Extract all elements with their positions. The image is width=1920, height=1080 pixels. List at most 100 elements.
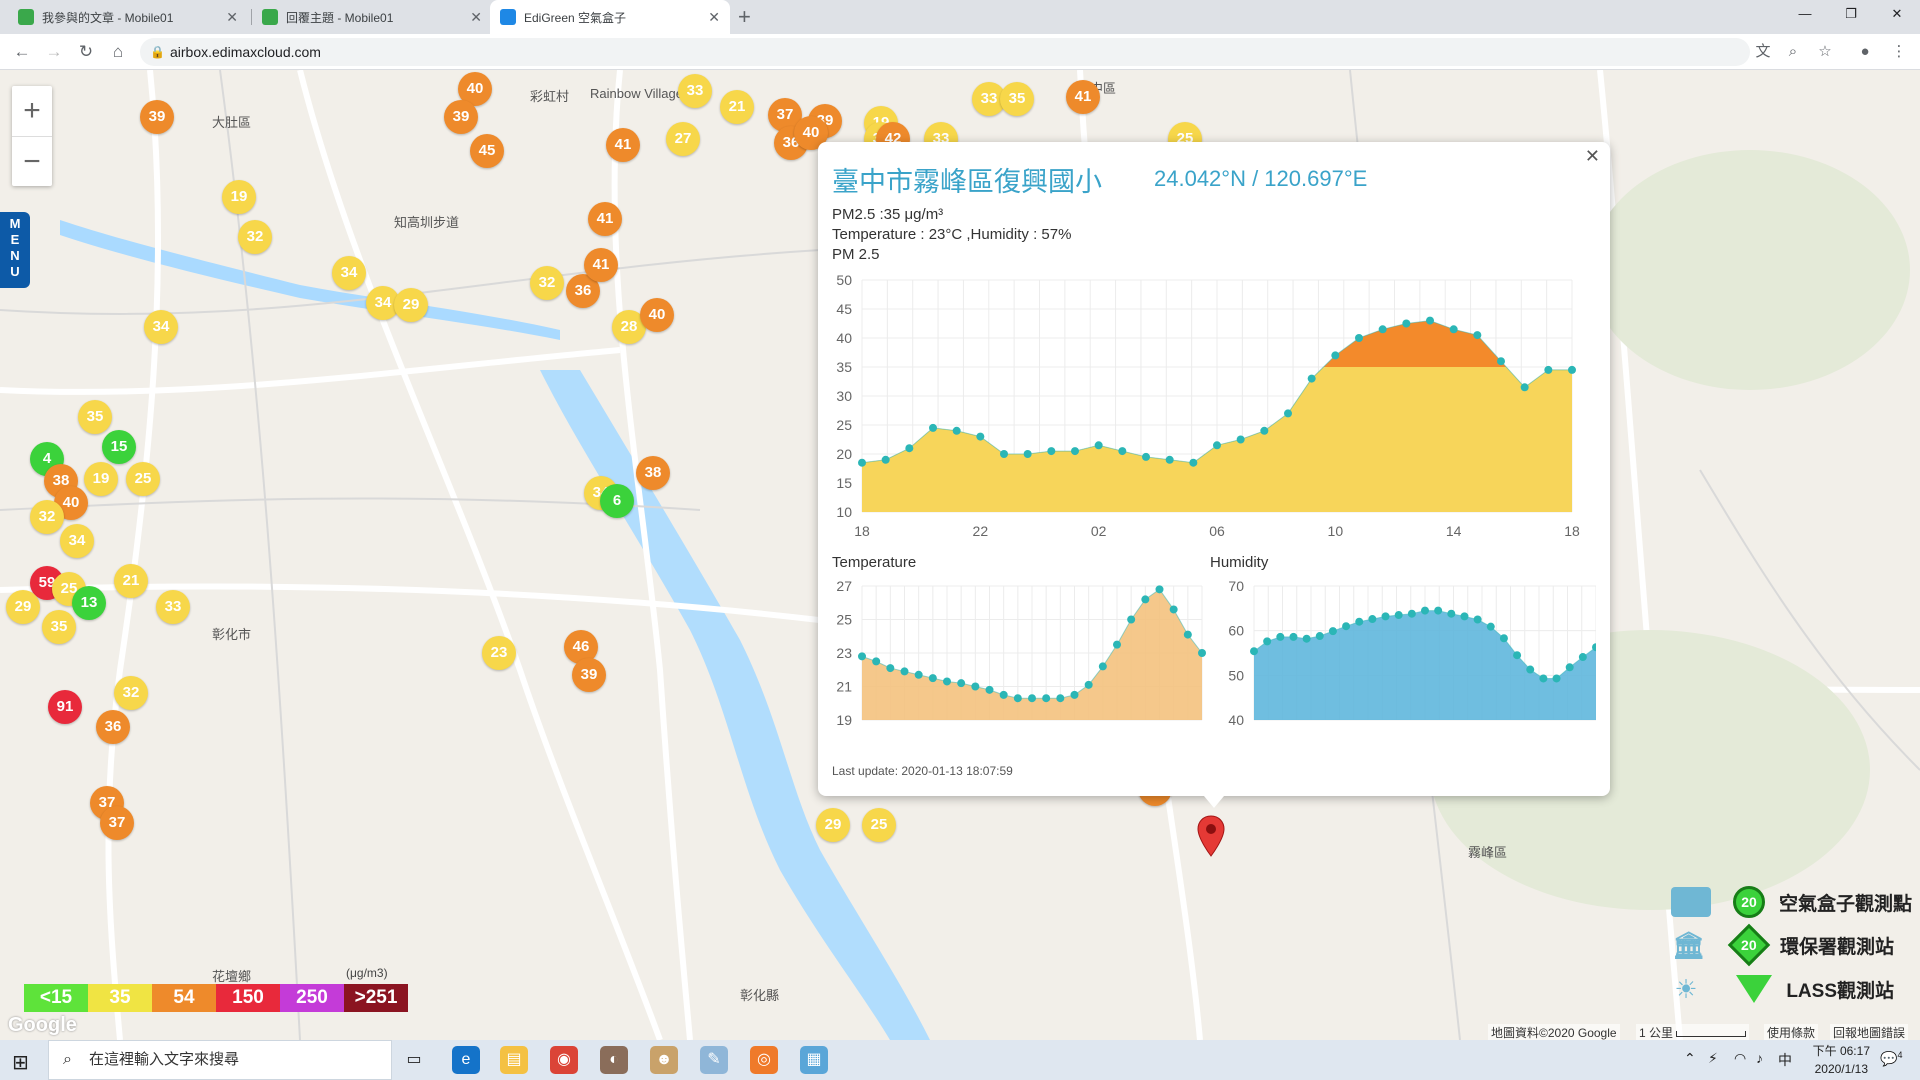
data-point xyxy=(1070,690,1079,699)
sensor-marker[interactable]: 15 xyxy=(102,430,136,464)
sensor-marker[interactable]: 39 xyxy=(444,100,478,134)
sensor-marker[interactable]: 19 xyxy=(84,462,118,496)
station-label: LASS觀測站 xyxy=(1786,980,1894,1002)
menu-button[interactable]: MENU xyxy=(0,212,30,288)
network-icon[interactable]: ⚡ xyxy=(1708,1050,1718,1067)
notification-count: 4 xyxy=(1897,1050,1903,1060)
file-explorer-icon[interactable]: ▤ xyxy=(500,1046,528,1074)
new-tab-icon[interactable]: + xyxy=(738,4,751,30)
app-icon[interactable]: ◎ xyxy=(750,1046,778,1074)
close-tab-icon[interactable]: ✕ xyxy=(470,9,482,26)
report-map-error-link[interactable]: 回報地圖錯誤 xyxy=(1830,1024,1909,1040)
legend-item: 150 xyxy=(216,984,280,1012)
sensor-marker[interactable]: 34 xyxy=(332,256,366,290)
sensor-marker[interactable]: 29 xyxy=(816,808,850,842)
chrome-icon[interactable]: ◉ xyxy=(550,1046,578,1074)
sensor-marker[interactable]: 25 xyxy=(126,462,160,496)
ime-indicator[interactable]: 中 xyxy=(1778,1050,1792,1070)
system-clock[interactable]: 下午 06:17 2020/1/13 xyxy=(1813,1042,1870,1078)
data-point xyxy=(928,674,937,683)
sensor-marker[interactable]: 40 xyxy=(640,298,674,332)
sensor-marker[interactable]: 32 xyxy=(30,500,64,534)
sensor-marker[interactable]: 27 xyxy=(666,122,700,156)
data-point xyxy=(1013,694,1022,703)
sensor-marker[interactable]: 41 xyxy=(606,128,640,162)
sensor-marker[interactable]: 32 xyxy=(530,266,564,300)
sensor-marker[interactable]: 35 xyxy=(78,400,112,434)
sensor-marker[interactable]: 91 xyxy=(48,690,82,724)
forward-icon[interactable]: → xyxy=(42,40,66,64)
translate-icon[interactable]: 文 xyxy=(1752,41,1774,63)
app-icon[interactable]: ☻ xyxy=(650,1046,678,1074)
sensor-marker[interactable]: 35 xyxy=(1000,82,1034,116)
data-point xyxy=(1250,647,1258,656)
sensor-marker[interactable]: 19 xyxy=(222,180,256,214)
sensor-marker[interactable]: 29 xyxy=(394,288,428,322)
tray-chevron-icon[interactable]: ⌃ xyxy=(1684,1050,1696,1067)
sensor-marker[interactable]: 45 xyxy=(470,134,504,168)
profile-icon[interactable]: ● xyxy=(1854,41,1876,63)
close-popup-icon[interactable]: ✕ xyxy=(1585,146,1600,167)
edge-icon[interactable]: e xyxy=(452,1046,480,1074)
sensor-marker[interactable]: 21 xyxy=(114,564,148,598)
browser-menu-icon[interactable]: ⋮ xyxy=(1888,41,1910,63)
taskbar-search-input[interactable]: ⌕ 在這裡輸入文字來搜尋 xyxy=(48,1040,392,1080)
reload-icon[interactable]: ↻ xyxy=(74,40,98,64)
sensor-marker[interactable]: 21 xyxy=(720,90,754,124)
location-pin-icon[interactable] xyxy=(1196,814,1226,858)
sensor-marker[interactable]: 36 xyxy=(96,710,130,744)
station-marker-icon xyxy=(1736,975,1773,1003)
sensor-marker[interactable]: 41 xyxy=(584,248,618,282)
clock-date: 2020/1/13 xyxy=(1814,1062,1868,1076)
sensor-marker[interactable]: 6 xyxy=(600,484,634,518)
close-window-icon[interactable]: ✕ xyxy=(1874,0,1920,30)
sensor-marker[interactable]: 41 xyxy=(1066,80,1100,114)
sensor-marker[interactable]: 34 xyxy=(144,310,178,344)
zoom-out-button[interactable]: − xyxy=(12,136,52,186)
close-tab-icon[interactable]: ✕ xyxy=(226,9,238,26)
data-point xyxy=(1047,447,1056,456)
terms-link[interactable]: 使用條款 xyxy=(1764,1024,1819,1040)
sensor-marker[interactable]: 39 xyxy=(140,100,174,134)
sensor-marker[interactable]: 38 xyxy=(636,456,670,490)
close-tab-icon[interactable]: ✕ xyxy=(708,9,720,26)
sensor-marker[interactable]: 25 xyxy=(862,808,896,842)
sensor-marker[interactable]: 13 xyxy=(72,586,106,620)
sensor-marker[interactable]: 23 xyxy=(482,636,516,670)
tab-mobile01-reply[interactable]: 回覆主題 - Mobile01 ✕ xyxy=(252,0,492,34)
app-icon[interactable]: ✎ xyxy=(700,1046,728,1074)
sensor-marker[interactable]: 33 xyxy=(678,74,712,108)
wifi-icon[interactable]: ◠ xyxy=(1734,1050,1746,1067)
task-view-icon[interactable]: ▭ xyxy=(400,1046,428,1074)
data-point xyxy=(952,426,961,435)
sensor-marker[interactable]: 32 xyxy=(238,220,272,254)
bookmark-star-icon[interactable]: ☆ xyxy=(1814,41,1836,63)
url-input[interactable]: 🔒 airbox.edimaxcloud.com xyxy=(140,38,1750,66)
app-icon[interactable]: ▦ xyxy=(800,1046,828,1074)
tab-mobile01-articles[interactable]: 我參與的文章 - Mobile01 ✕ xyxy=(8,0,248,34)
data-point xyxy=(1302,634,1311,643)
sensor-marker[interactable]: 29 xyxy=(6,590,40,624)
windows-start-icon[interactable]: ⊞ xyxy=(12,1050,29,1075)
sensor-marker[interactable]: 33 xyxy=(156,590,190,624)
notification-center-icon[interactable]: 💬4 xyxy=(1880,1050,1902,1068)
minimize-icon[interactable]: — xyxy=(1782,0,1828,30)
sensor-marker[interactable]: 37 xyxy=(100,806,134,840)
sensor-marker[interactable]: 34 xyxy=(60,524,94,558)
zoom-icon[interactable]: ⌕ xyxy=(1782,41,1804,63)
sensor-marker[interactable]: 39 xyxy=(572,658,606,692)
sensor-marker[interactable]: 41 xyxy=(588,202,622,236)
humidity-chart-label: Humidity xyxy=(1210,554,1269,571)
data-point xyxy=(1183,630,1192,639)
zoom-in-button[interactable]: + xyxy=(12,86,52,136)
home-icon[interactable]: ⌂ xyxy=(106,40,130,64)
legend-item: <15 xyxy=(24,984,88,1012)
restore-icon[interactable]: ❐ xyxy=(1828,0,1874,30)
back-icon[interactable]: ← xyxy=(10,40,34,64)
tab-edigreen[interactable]: EdiGreen 空氣盒子 ✕ xyxy=(490,0,730,34)
volume-icon[interactable]: ♪ xyxy=(1756,1050,1763,1066)
data-point xyxy=(1447,609,1456,618)
app-icon[interactable]: ◐ xyxy=(600,1046,628,1074)
sensor-marker[interactable]: 35 xyxy=(42,610,76,644)
sensor-marker[interactable]: 32 xyxy=(114,676,148,710)
